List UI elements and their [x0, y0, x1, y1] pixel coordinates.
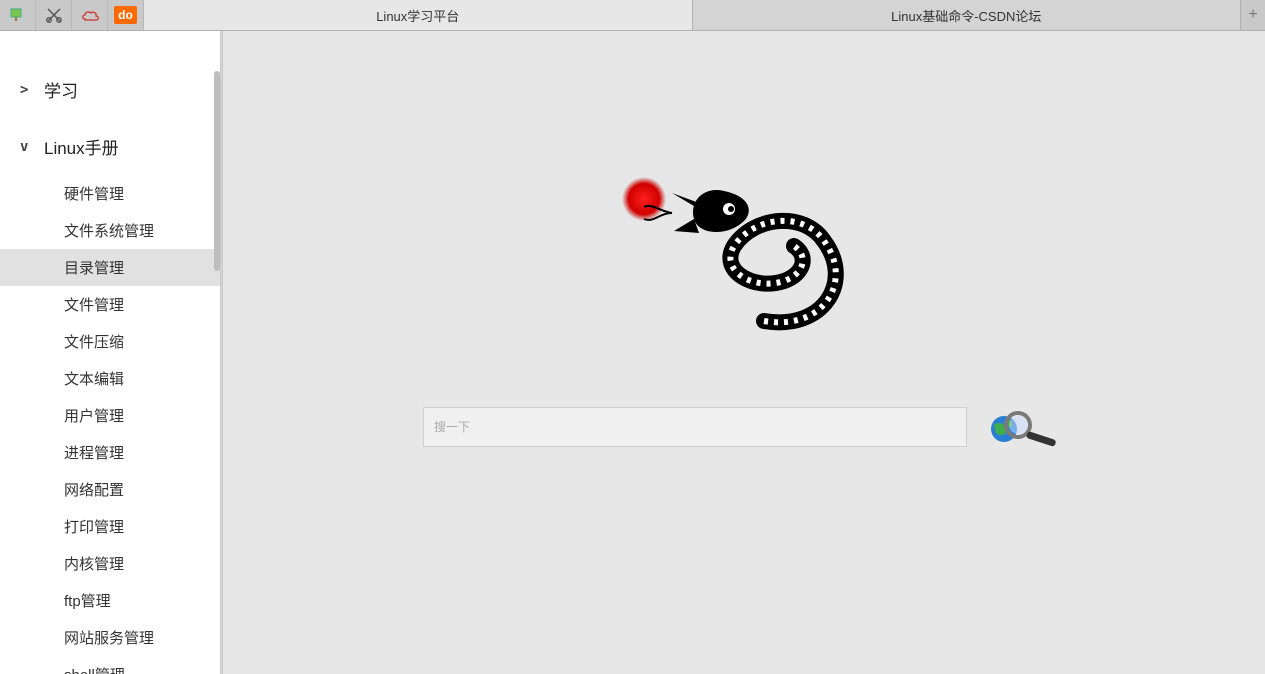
- sidebar-item-print-mgmt[interactable]: 打印管理: [64, 508, 210, 545]
- sidebar-item-file-compress[interactable]: 文件压缩: [64, 323, 210, 360]
- cloud-icon[interactable]: [72, 0, 108, 30]
- sidebar-item-shell-mgmt[interactable]: shell管理: [64, 656, 210, 674]
- sidebar: > 学习 v Linux手册 硬件管理 文件系统管理 目录管理 文件管理 文件压…: [0, 31, 220, 674]
- sidebar-item-file-mgmt[interactable]: 文件管理: [64, 286, 210, 323]
- new-tab-button[interactable]: +: [1241, 0, 1265, 30]
- sidebar-item-network-config[interactable]: 网络配置: [64, 471, 210, 508]
- sidebar-item-user-mgmt[interactable]: 用户管理: [64, 397, 210, 434]
- tab-csdn-forum[interactable]: Linux基础命令-CSDN论坛: [693, 0, 1242, 30]
- chevron-right-icon: >: [20, 82, 44, 98]
- sidebar-item-website-mgmt[interactable]: 网站服务管理: [64, 619, 210, 656]
- section-label: Linux手册: [44, 134, 119, 159]
- sidebar-item-text-edit[interactable]: 文本编辑: [64, 360, 210, 397]
- sidebar-item-ftp-mgmt[interactable]: ftp管理: [64, 582, 210, 619]
- section-label: 学习: [44, 77, 78, 102]
- tab-label: Linux基础命令-CSDN论坛: [891, 6, 1041, 25]
- paint-icon[interactable]: [0, 0, 36, 30]
- tab-linux-platform[interactable]: Linux学习平台: [144, 0, 693, 30]
- sidebar-item-filesystem[interactable]: 文件系统管理: [64, 212, 210, 249]
- sidebar-section-linux-manual[interactable]: v Linux手册: [0, 118, 220, 175]
- sidebar-item-process-mgmt[interactable]: 进程管理: [64, 434, 210, 471]
- search-button[interactable]: [985, 407, 1065, 447]
- sidebar-item-hardware[interactable]: 硬件管理: [64, 175, 210, 212]
- snake-logo: [604, 161, 884, 366]
- main-panel: [223, 31, 1265, 674]
- sidebar-item-kernel-mgmt[interactable]: 内核管理: [64, 545, 210, 582]
- sidebar-item-directory[interactable]: 目录管理: [0, 249, 220, 286]
- plus-icon: +: [1248, 6, 1257, 24]
- do-badge-icon[interactable]: do: [108, 0, 144, 30]
- scissors-icon[interactable]: [36, 0, 72, 30]
- tab-label: Linux学习平台: [376, 6, 459, 25]
- browser-bar: do Linux学习平台 Linux基础命令-CSDN论坛 +: [0, 0, 1265, 31]
- chevron-down-icon: v: [20, 139, 44, 155]
- sidebar-section-study[interactable]: > 学习: [0, 61, 220, 118]
- search-input[interactable]: [423, 407, 967, 447]
